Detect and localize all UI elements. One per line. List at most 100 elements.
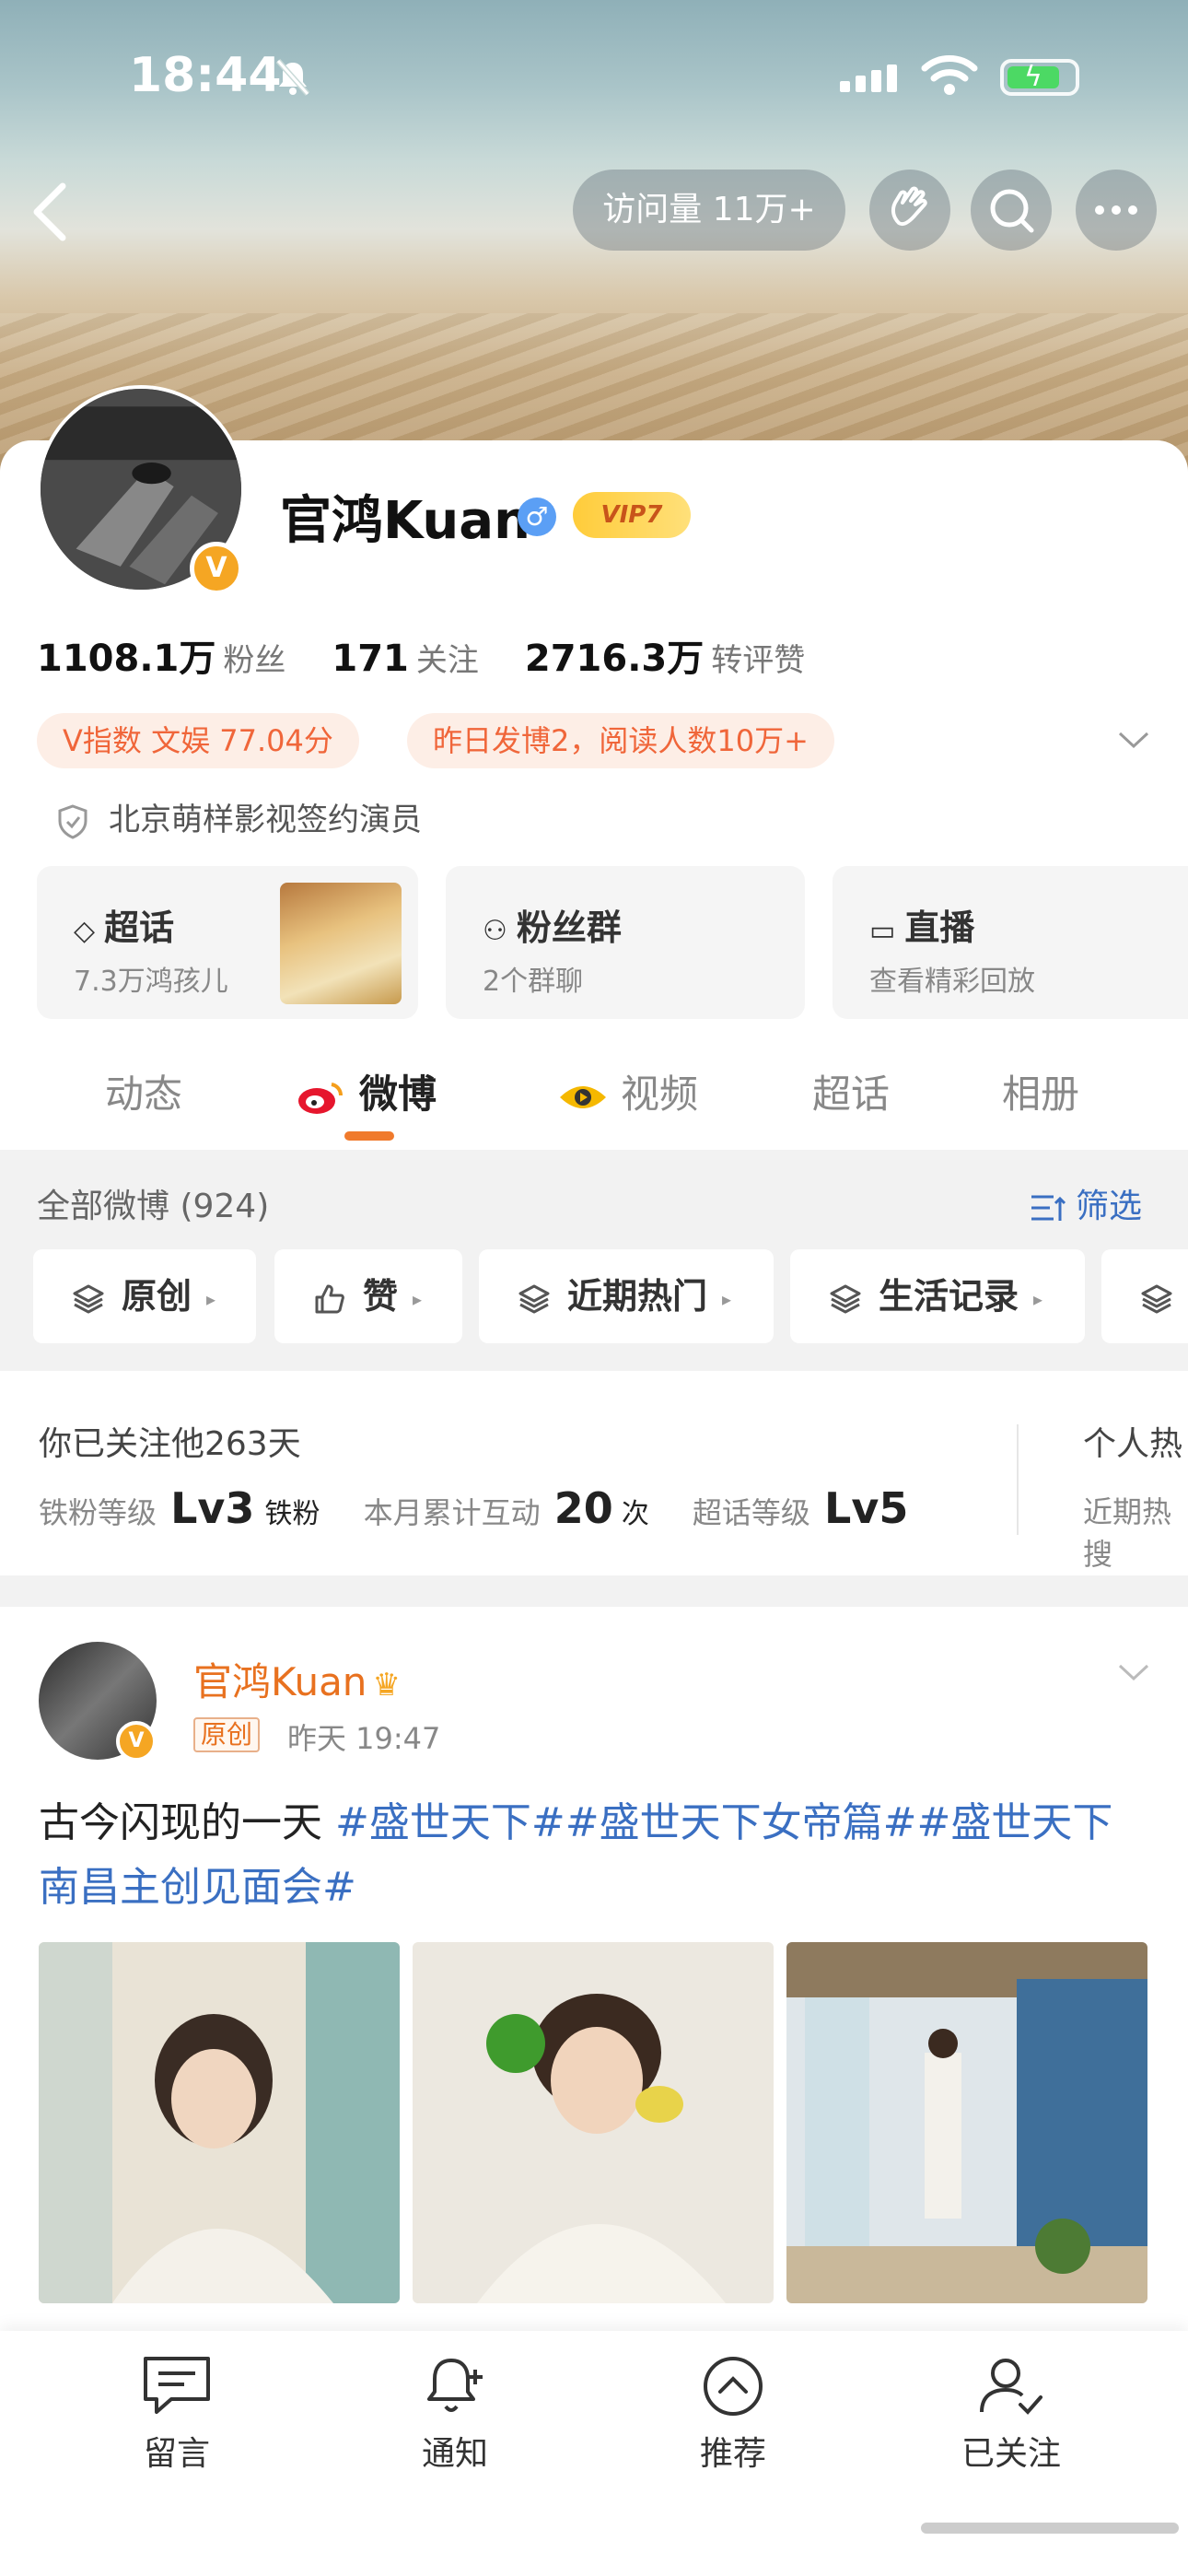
supertopic-box[interactable]: ◇ 超话 7.3万鸿孩儿 [37, 866, 418, 1019]
notify-label: 通知 [421, 2435, 488, 2473]
diamond-icon: ◇ [74, 915, 96, 947]
people-icon: ⚇ [483, 915, 507, 947]
cellular-signal-icon [840, 64, 903, 92]
comment-label: 留言 [143, 2435, 210, 2473]
bell-muted-icon [275, 59, 310, 96]
thumbs-up-icon [315, 1284, 344, 1313]
reposts-count: 2716.3万 [524, 638, 705, 680]
interaction-label: 本月累计互动 [363, 1495, 541, 1530]
chevron-up-circle-icon [704, 2357, 763, 2416]
post-photo-3[interactable] [786, 1942, 1147, 2303]
interaction-unit: 次 [621, 1498, 649, 1530]
tab-video-label: 视频 [621, 1071, 699, 1117]
iron-fan-suffix: 铁粉 [264, 1498, 320, 1530]
comment-button[interactable]: 留言 [85, 2353, 269, 2475]
post-photo-1[interactable] [39, 1942, 400, 2303]
more-button[interactable] [1076, 170, 1157, 251]
chip-life-record-label: 生活记录 [879, 1276, 1019, 1317]
male-gender-icon: ♂ [518, 498, 556, 536]
fan-group-subtitle: 2个群聊 [483, 966, 584, 998]
supertopic-subtitle: 7.3万鸿孩儿 [74, 966, 228, 998]
fan-info-section: 你已关注他263天 铁粉等级 Lv3 铁粉 本月累计互动 20 次 超话等级 L… [0, 1373, 1188, 1575]
fan-info-divider [1017, 1424, 1019, 1535]
verification-text: 北京萌样影视签约演员 [109, 802, 422, 838]
message-icon [144, 2357, 210, 2414]
bottom-action-bar: 留言 通知 推荐 已关注 [0, 2331, 1188, 2576]
iron-fan-level: Lv3 [170, 1483, 255, 1533]
tab-weibo-label: 微博 [359, 1071, 437, 1117]
post-photo-2[interactable] [413, 1942, 774, 2303]
expand-chevron-icon[interactable] [1114, 720, 1153, 759]
profile-name: 官鸿Kuan [280, 491, 530, 551]
chip-recent-hot[interactable]: 近期热门 ▸ [479, 1249, 774, 1343]
chip-more[interactable] [1101, 1249, 1188, 1343]
tab-weibo[interactable]: 微博 [297, 1063, 437, 1119]
photo-image [39, 1942, 400, 2303]
topic-level: Lv5 [824, 1483, 909, 1533]
live-title: ▭ 直播 [869, 899, 974, 950]
chip-arrow-icon: ▸ [722, 1287, 732, 1310]
verification-row: 北京萌样影视签约演员 [57, 794, 422, 839]
activity-tag[interactable]: 昨日发博2，阅读人数10万+ [407, 713, 834, 768]
verified-badge: V [190, 542, 243, 595]
vip-badge[interactable]: VIP7 [573, 492, 691, 538]
followed-button[interactable]: 已关注 [919, 2353, 1103, 2475]
post-verified-badge: V [116, 1721, 157, 1762]
reposts-label: 转评赞 [711, 642, 806, 679]
personal-hot-title[interactable]: 个人热 [1083, 1417, 1182, 1465]
recommend-button[interactable]: 推荐 [641, 2353, 825, 2475]
followed-days: 你已关注他263天 [39, 1425, 301, 1463]
followers-count[interactable]: 1108.1万 [37, 638, 215, 680]
v-index-tag[interactable]: V指数 文娱 77.04分 [37, 713, 359, 768]
following-count[interactable]: 171 [332, 638, 409, 680]
followers-label[interactable]: 粉丝 [223, 642, 285, 679]
layers-icon [1141, 1284, 1172, 1313]
chip-likes-label: 赞 [363, 1276, 399, 1317]
hand-icon [891, 186, 927, 226]
post-author[interactable]: 官鸿Kuan ♛ [193, 1651, 401, 1707]
home-indicator [921, 2523, 1179, 2534]
topic-level-label: 超话等级 [692, 1495, 810, 1530]
filter-label: 筛选 [1076, 1188, 1143, 1225]
hand-wave-button[interactable] [869, 170, 950, 251]
chip-original-label: 原创 [122, 1276, 192, 1317]
photo-image [413, 1942, 774, 2303]
followed-label: 已关注 [961, 2435, 1061, 2473]
personal-hot-sub[interactable]: 近期热搜 [1083, 1489, 1188, 1574]
tab-supertopic[interactable]: 超话 [812, 1063, 890, 1119]
tab-dynamics[interactable]: 动态 [105, 1063, 182, 1119]
live-box[interactable]: ▭ 直播 查看精彩回放 [833, 866, 1188, 1019]
wifi-icon [921, 55, 978, 95]
supertopic-thumbnail [280, 883, 402, 1004]
search-button[interactable] [971, 170, 1052, 251]
chip-original[interactable]: 原创 ▸ [33, 1249, 256, 1343]
back-button[interactable] [28, 175, 74, 249]
photo-image [786, 1942, 1147, 2303]
status-time: 18:44 [129, 48, 282, 103]
filter-button[interactable]: 筛选 [1030, 1179, 1142, 1227]
layers-icon [830, 1284, 861, 1313]
crown-icon: ♛ [372, 1667, 401, 1704]
chip-arrow-icon: ▸ [413, 1287, 423, 1310]
notify-button[interactable]: 通知 [363, 2353, 547, 2475]
fan-group-title: ⚇ 粉丝群 [483, 899, 622, 950]
chip-arrow-icon: ▸ [1033, 1287, 1043, 1310]
fan-group-title-text: 粉丝群 [516, 907, 622, 948]
visits-button[interactable]: 访问量 11万+ [573, 170, 845, 251]
fan-group-box[interactable]: ⚇ 粉丝群 2个群聊 [446, 866, 805, 1019]
following-label[interactable]: 关注 [416, 642, 479, 679]
profile-stats: 1108.1万 粉丝 171 关注 2716.3万 转评赞 [37, 628, 851, 682]
chip-likes[interactable]: 赞 ▸ [274, 1249, 462, 1343]
battery-icon: ϟ [1000, 59, 1079, 96]
chip-life-record[interactable]: 生活记录 ▸ [790, 1249, 1085, 1343]
more-dots-icon [1095, 205, 1137, 215]
tab-video[interactable]: 视频 [558, 1063, 698, 1119]
post-time: 昨天 19:47 [287, 1721, 441, 1756]
filter-icon [1030, 1191, 1066, 1224]
layers-icon [73, 1284, 104, 1313]
tab-album[interactable]: 相册 [1002, 1063, 1079, 1119]
profile-tabs: 动态 微博 视频 超话 相册 [0, 1050, 1188, 1152]
live-title-text: 直播 [904, 907, 975, 948]
video-eye-icon [558, 1079, 608, 1116]
post-menu-chevron-icon[interactable] [1114, 1653, 1153, 1692]
